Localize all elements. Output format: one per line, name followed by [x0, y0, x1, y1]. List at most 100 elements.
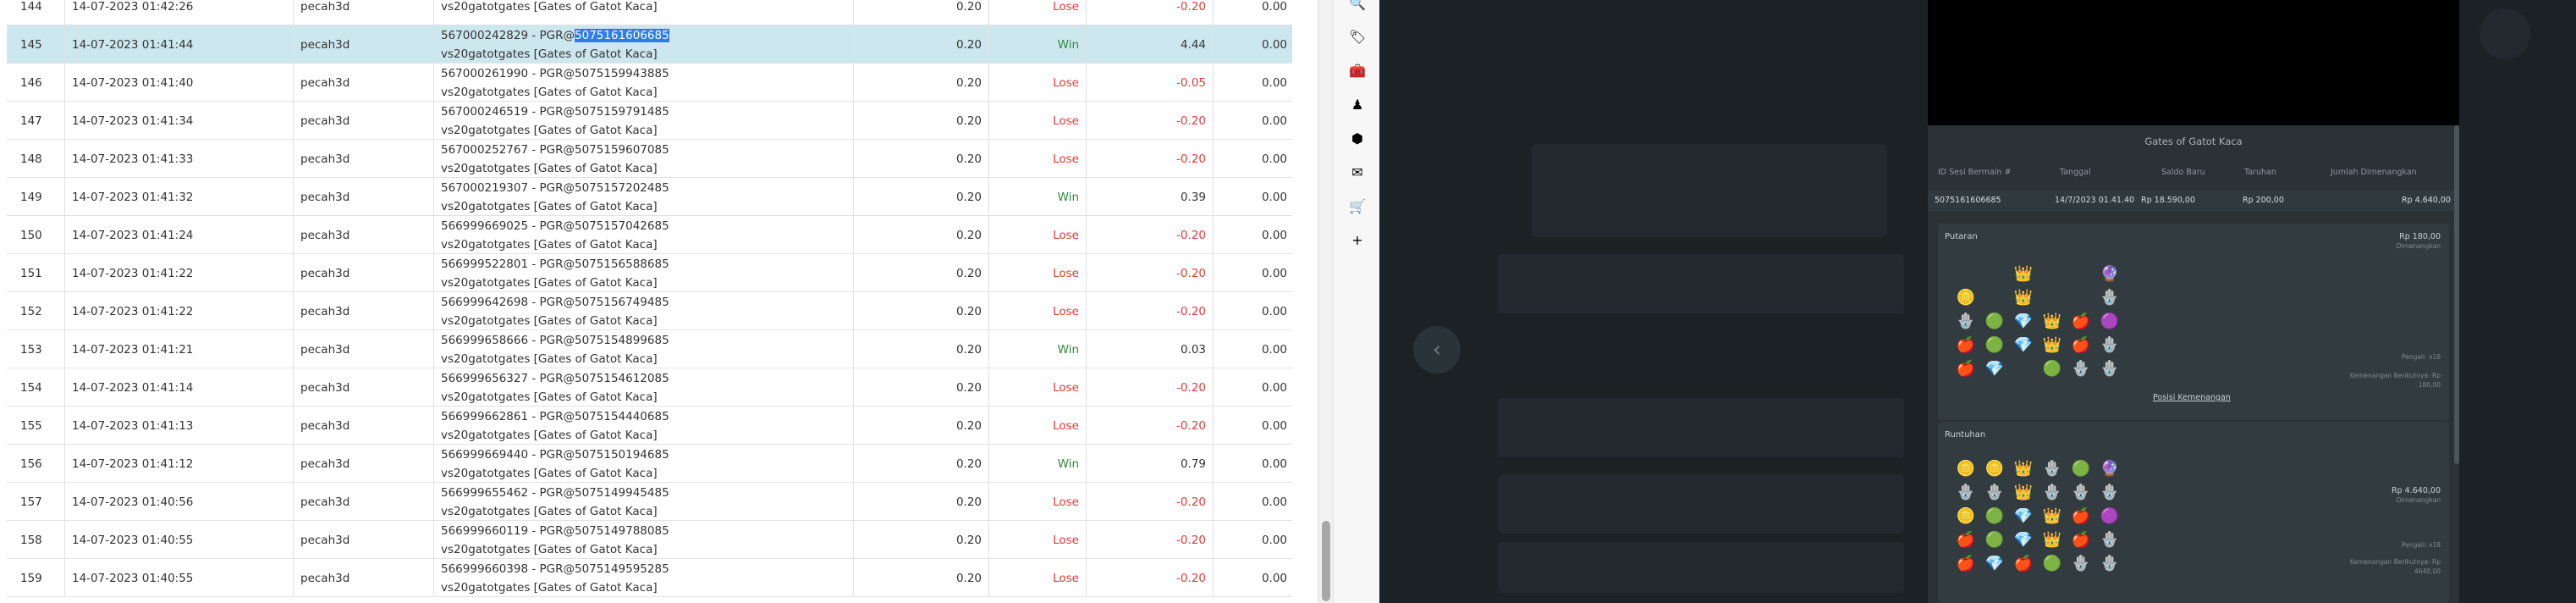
transaction-id-text: 566999662861 - PGR@5075154440685 [441, 409, 669, 423]
transaction-id-text: 566999655462 - PGR@5075149945485 [441, 485, 669, 500]
table-row[interactable]: 145 14-07-2023 01:41:44 pecah3d 56700024282… [7, 25, 1292, 64]
table-row[interactable]: 146 14-07-2023 01:41:40 pecah3d 56700026199… [7, 64, 1292, 102]
row-result: Win [988, 25, 1086, 64]
runtuhan-sub: Dimenangkan [2396, 496, 2441, 504]
runtuhan-multiplier: Pengali: x18 [2401, 541, 2441, 549]
reel-symbol-icon: 🪙 [1956, 506, 1976, 525]
row-number: 153 [20, 342, 42, 357]
tag-icon[interactable]: 🏷 [1348, 27, 1367, 46]
table-row[interactable]: 153 14-07-2023 01:41:21 pecah3d 56699965866… [7, 330, 1292, 368]
table-row[interactable]: 149 14-07-2023 01:41:32 pecah3d 56700021930… [7, 178, 1292, 216]
row-transaction: 566999660119 - PGR@5075149788085 vs20gato… [433, 521, 853, 559]
row-number: 158 [20, 533, 42, 547]
row-bet: 0.20 [853, 0, 988, 25]
reel-symbol-icon [1984, 263, 2006, 285]
add-icon[interactable]: + [1348, 230, 1367, 249]
reel-symbol-icon: 👑 [2042, 506, 2062, 525]
toolbox-icon[interactable]: 🧰 [1348, 61, 1367, 80]
row-bet: 0.20 [853, 64, 988, 102]
table-row[interactable]: 151 14-07-2023 01:41:22 pecah3d 56699952280… [7, 254, 1292, 292]
row-bet: 0.20 [853, 521, 988, 559]
row-number: 150 [20, 228, 42, 242]
chess-icon[interactable]: ♟ [1348, 95, 1367, 113]
reel-symbol-icon: 👑 [2013, 459, 2034, 478]
row-number: 155 [20, 418, 42, 433]
row-date: 14-07-2023 01:40:56 [64, 483, 293, 521]
row-date: 14-07-2023 01:41:21 [64, 330, 293, 368]
search-icon[interactable]: 🔍 [1348, 0, 1367, 12]
reel-symbol-icon: 🪬 [2100, 359, 2120, 378]
transaction-id: 566999642698 - PGR@5075156749485 [441, 293, 669, 312]
reel-symbol-icon: 👑 [2042, 312, 2062, 330]
transaction-id-text: 567000242829 - PGR@ [441, 28, 575, 42]
transaction-id-text: 566999660398 - PGR@5075149595285 [441, 562, 669, 576]
reel-symbol-icon: 🪬 [2100, 335, 2120, 354]
row-profit: -0.05 [1086, 64, 1213, 102]
outlook-icon[interactable]: ✉ [1348, 163, 1367, 181]
table-row[interactable]: 148 14-07-2023 01:41:33 pecah3d 56700025276… [7, 140, 1292, 178]
table-row[interactable]: 157 14-07-2023 01:40:56 pecah3d 56699965546… [7, 483, 1292, 521]
detail-value: Rp 4.640,00 [2402, 196, 2451, 205]
reel-symbol-icon: 🪬 [2042, 459, 2062, 478]
scroll-thumb[interactable] [1322, 521, 1330, 601]
row-jackpot: 0.00 [1213, 0, 1292, 25]
reel-symbol-icon: 🪬 [2071, 483, 2091, 501]
reel-symbol-icon: 🟢 [1984, 312, 2005, 330]
table-row[interactable]: 152 14-07-2023 01:41:22 pecah3d 56699964269… [7, 292, 1292, 330]
reel-symbol-icon: 👑 [2042, 530, 2062, 549]
reel-symbol-icon: 🍎 [1956, 530, 1976, 549]
table-row[interactable]: 158 14-07-2023 01:40:55 pecah3d 56699966011… [7, 521, 1292, 559]
row-date: 14-07-2023 01:41:12 [64, 445, 293, 483]
copilot-icon[interactable]: ⬢ [1348, 129, 1367, 147]
transaction-id: 566999660119 - PGR@5075149788085 [441, 522, 669, 540]
game-detail-panel: Gates of Gatot Kaca ID Sesi Bermain # Tan… [1928, 0, 2459, 603]
putaran-card: Putaran Rp 180,00 Dimenangkan 👑 🔮 🪙 👑 🪬 🪬 🟢 💎 👑 🍎… [1938, 224, 2449, 420]
cart-icon[interactable]: 🛒 [1348, 196, 1367, 215]
putaran-reel-grid: 👑 🔮 🪙 👑 🪬 🪬 🟢 💎 👑 🍎 🟣 🍎 🟢 💎 👑 🍎 🪬 🍎 💎 🟢 🪬 🪬 [1955, 263, 2127, 381]
row-profit: -0.20 [1086, 559, 1213, 597]
reel-symbol-icon: 👑 [2042, 335, 2062, 354]
reel-symbol-icon: 🍎 [1956, 554, 1976, 573]
table-scrollbar[interactable] [1318, 0, 1333, 603]
reel-symbol-icon: 🟢 [1984, 335, 2005, 354]
table-row[interactable]: 150 14-07-2023 01:41:24 pecah3d 56699966902… [7, 216, 1292, 254]
row-jackpot: 0.00 [1213, 64, 1292, 102]
table-row[interactable]: 147 14-07-2023 01:41:34 pecah3d 56700024651… [7, 102, 1292, 140]
row-profit: -0.20 [1086, 140, 1213, 178]
putaran-amount: Rp 180,00 [2399, 232, 2441, 241]
panel-scrollbar[interactable] [2454, 125, 2459, 464]
transaction-id: 566999669440 - PGR@5075150194685 [441, 445, 669, 464]
row-bet: 0.20 [853, 25, 988, 64]
putaran-next-win: Kemenangan Berikutnya: Rp 180,00 [2349, 372, 2441, 389]
table-row[interactable]: 144 14-07-2023 01:42:26 pecah3d vs20gatotga… [7, 0, 1292, 25]
game-name: vs20gatotgates [Gates of Gatot Kaca] [441, 275, 658, 290]
reel-symbol-icon: 👑 [2013, 483, 2034, 501]
row-date: 14-07-2023 01:41:32 [64, 178, 293, 216]
transaction-id-text: 566999522801 - PGR@5075156588685 [441, 257, 669, 271]
reel-symbol-icon: 🟢 [2042, 554, 2062, 573]
transaction-id-text: 567000252767 - PGR@5075159607085 [441, 142, 669, 157]
putaran-title: Putaran [1945, 232, 1978, 241]
runtuhan-amount: Rp 4.640,00 [2392, 486, 2441, 495]
reel-symbol-icon [2041, 286, 2063, 308]
row-profit: 0.39 [1086, 178, 1213, 216]
row-bet: 0.20 [853, 330, 988, 368]
table-row[interactable]: 156 14-07-2023 01:41:12 pecah3d 56699966944… [7, 445, 1292, 483]
row-transaction: 566999669025 - PGR@5075157042685 vs20gato… [433, 216, 853, 254]
row-number: 157 [20, 495, 42, 509]
row-date: 14-07-2023 01:41:34 [64, 102, 293, 140]
table-row[interactable]: 154 14-07-2023 01:41:14 pecah3d 56699965632… [7, 368, 1292, 407]
row-result: Lose [988, 559, 1086, 597]
table-row[interactable]: 155 14-07-2023 01:41:13 pecah3d 56699966286… [7, 407, 1292, 445]
table-row[interactable]: 159 14-07-2023 01:40:55 pecah3d 56699966039… [7, 559, 1292, 597]
winning-position-link[interactable]: Posisi Kemenangan [2153, 393, 2231, 402]
row-username: pecah3d [293, 368, 433, 407]
reel-symbol-icon: 🍎 [1956, 359, 1976, 378]
game-name: vs20gatotgates [Gates of Gatot Kaca] [441, 313, 658, 328]
row-jackpot: 0.00 [1213, 330, 1292, 368]
reel-symbol-icon: 🪬 [2042, 483, 2062, 501]
row-date: 14-07-2023 01:41:44 [64, 25, 293, 64]
reel-symbol-icon: 🪬 [1956, 483, 1976, 501]
back-button[interactable]: ‹ [1413, 326, 1461, 373]
row-result: Win [988, 445, 1086, 483]
